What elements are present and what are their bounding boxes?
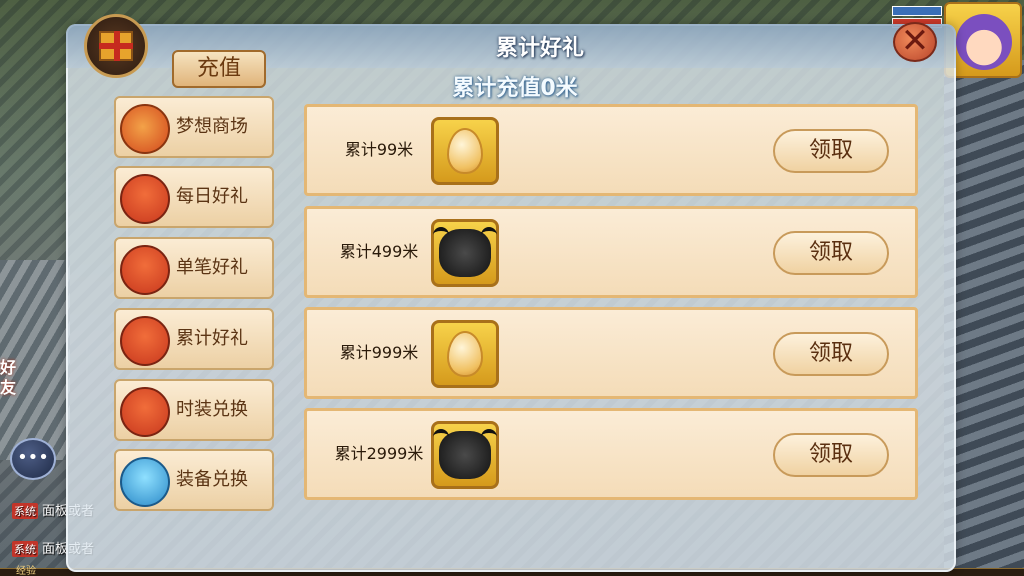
reward-row: 累计2999米 领取	[304, 408, 918, 500]
bull-mount-icon[interactable]	[431, 421, 499, 489]
reward-row: 累计999米 领取	[304, 307, 918, 399]
gift-bag-icon	[120, 387, 170, 437]
chat-bubble-icon[interactable]: •••	[10, 438, 56, 480]
roof-scenery-right	[944, 60, 1024, 570]
bull-mount-icon[interactable]	[431, 219, 499, 287]
claim-button[interactable]: 领取	[773, 433, 889, 477]
friends-label-1: 好	[0, 358, 17, 377]
avatar-portrait-icon	[956, 14, 1012, 70]
total-recharge-label: 累计充值0米	[452, 76, 578, 101]
xp-label: 经验	[16, 566, 36, 576]
gift-box-icon	[84, 14, 148, 78]
menu-item-label: 时装兑换	[176, 399, 248, 420]
menu-item-cumulative-gift[interactable]: 累计好礼	[114, 308, 274, 370]
menu-item-dream-mall[interactable]: 梦想商场	[114, 96, 274, 158]
egg-icon[interactable]	[431, 117, 499, 185]
tab-recharge[interactable]: 充值	[172, 50, 266, 88]
menu-item-label: 梦想商场	[176, 116, 248, 137]
gift-bag-icon	[120, 245, 170, 295]
reward-amount: 累计99米	[344, 140, 414, 159]
menu-item-label: 每日好礼	[176, 186, 248, 207]
gift-bag-icon	[120, 174, 170, 224]
friends-label-2: 友	[0, 378, 17, 397]
menu-item-daily-gift[interactable]: 每日好礼	[114, 166, 274, 228]
reward-amount: 累计2999米	[334, 444, 424, 463]
system-tag: 系统	[12, 541, 38, 557]
egg-icon[interactable]	[431, 320, 499, 388]
mp-bar	[892, 6, 942, 16]
reward-amount: 累计499米	[339, 242, 419, 261]
menu-item-label: 装备兑换	[176, 469, 248, 490]
menu-item-label: 累计好礼	[176, 328, 248, 349]
menu-item-label: 单笔好礼	[176, 257, 248, 278]
reward-row: 累计499米 领取	[304, 206, 918, 298]
close-icon[interactable]: ✕	[893, 22, 937, 62]
claim-button[interactable]: 领取	[773, 129, 889, 173]
reward-amount: 累计999米	[339, 343, 419, 362]
blue-bag-icon	[120, 457, 170, 507]
panel-title: 累计好礼	[495, 36, 584, 61]
claim-button[interactable]: 领取	[773, 231, 889, 275]
menu-item-single-gift[interactable]: 单笔好礼	[114, 237, 274, 299]
claim-button[interactable]: 领取	[773, 332, 889, 376]
menu-item-fashion-exchange[interactable]: 时装兑换	[114, 379, 274, 441]
gift-bag-icon	[120, 316, 170, 366]
lantern-icon	[120, 104, 170, 154]
system-tag: 系统	[12, 503, 38, 519]
menu-item-equipment-exchange[interactable]: 装备兑换	[114, 449, 274, 511]
friends-button[interactable]: 好 友	[0, 358, 58, 414]
reward-row: 累计99米 领取	[304, 104, 918, 196]
